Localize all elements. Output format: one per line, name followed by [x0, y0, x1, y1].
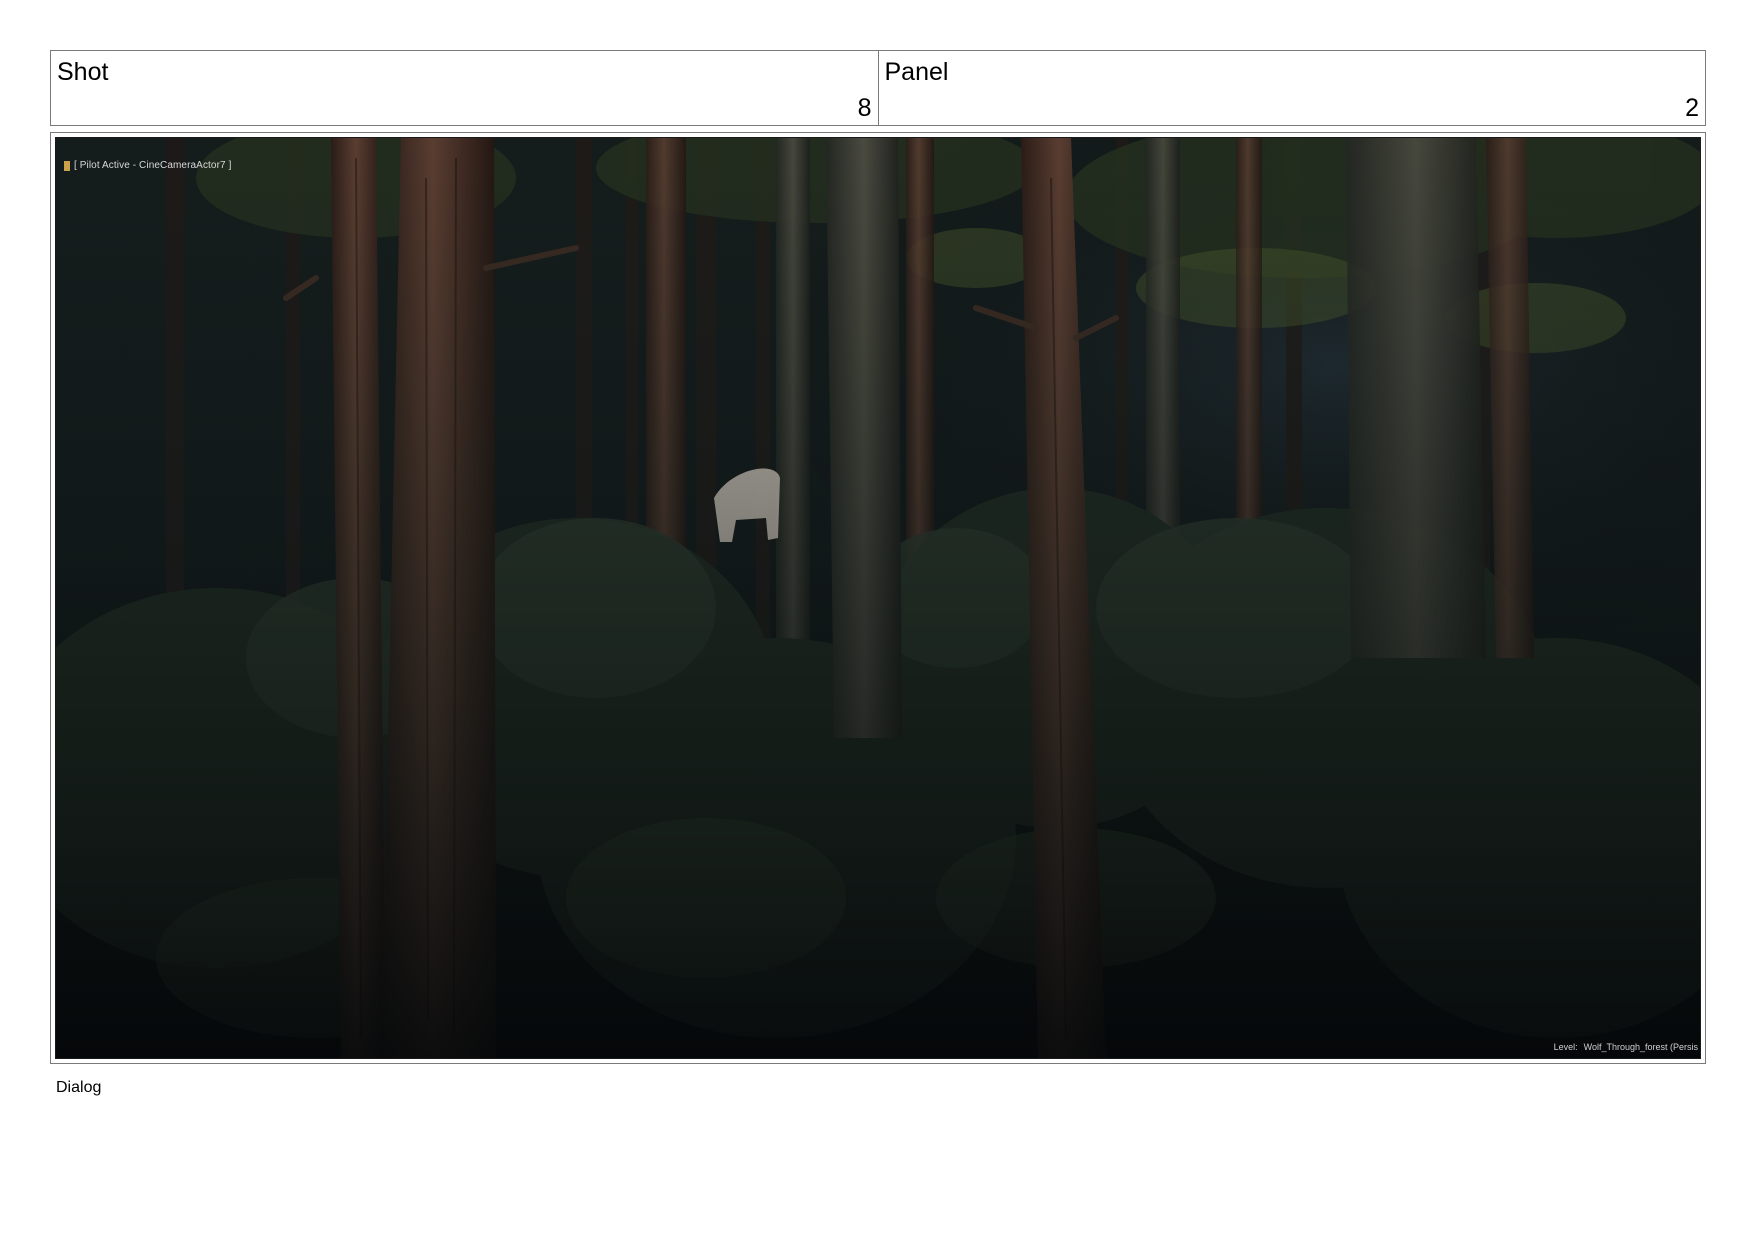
scene-image: [ Pilot Active - CineCameraActor7 ] Leve…	[55, 137, 1701, 1059]
shot-cell: Shot 8	[51, 51, 878, 125]
panel-cell: Panel 2	[877, 51, 1706, 125]
level-label: Level:	[1553, 1042, 1578, 1052]
level-overlay: Level: Wolf_Through_forest (Persis	[1554, 1042, 1698, 1052]
dialog-label: Dialog	[56, 1079, 102, 1096]
shot-panel-header: Shot 8 Panel 2	[50, 50, 1706, 126]
storyboard-frame: [ Pilot Active - CineCameraActor7 ] Leve…	[50, 132, 1706, 1064]
forest-scene-illustration	[56, 138, 1700, 1058]
panel-number: 2	[1685, 94, 1699, 122]
camera-pilot-overlay: [ Pilot Active - CineCameraActor7 ]	[64, 160, 231, 171]
shot-label: Shot	[57, 58, 109, 86]
shot-number: 8	[857, 94, 872, 122]
panel-label: Panel	[884, 58, 949, 86]
camera-icon	[64, 160, 70, 171]
pilot-active-text: [ Pilot Active - CineCameraActor7 ]	[74, 160, 232, 171]
level-name: Wolf_Through_forest (Persis	[1583, 1042, 1698, 1052]
